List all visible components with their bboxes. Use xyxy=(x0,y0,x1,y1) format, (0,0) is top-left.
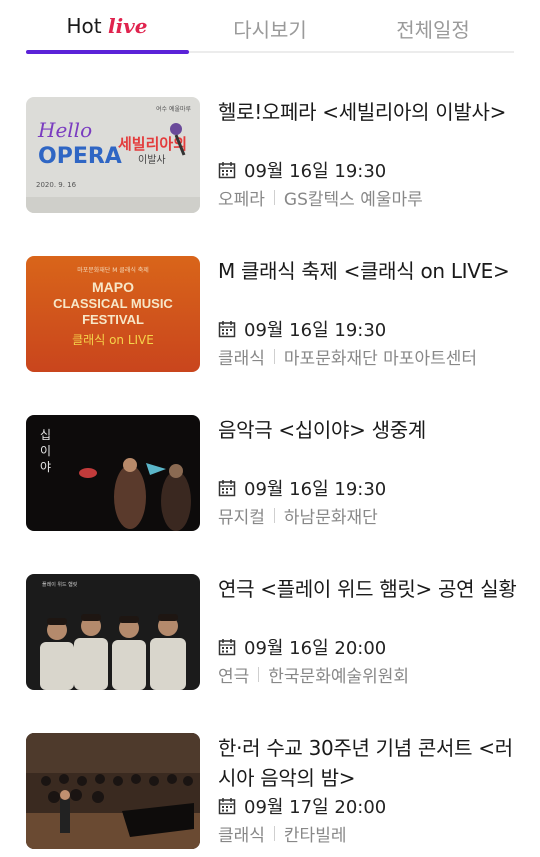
poster-text-live: 클래식 on LIVE xyxy=(72,333,154,347)
event-date-row: 09월 16일 20:00 xyxy=(218,634,386,660)
event-poster[interactable] xyxy=(26,733,200,849)
event-title: 연극 <플레이 위드 햄릿> 공연 실황 xyxy=(218,577,517,601)
poster-text-classical: CLASSICAL MUSIC xyxy=(53,296,173,311)
event-venue: 마포문화재단 마포아트센터 xyxy=(283,349,478,369)
event-category: 오페라 xyxy=(218,190,265,210)
event-meta: 클래식 마포문화재단 마포아트센터 xyxy=(218,344,477,369)
event-item[interactable]: 한·러 수교 30주년 기념 콘서트 <러시아 음악의 밤> 09월 17일 2… xyxy=(0,733,540,851)
poster-text-opera: OPERA xyxy=(38,144,122,169)
event-item[interactable]: Hello OPERA 세빌리아의 이발사 여수 예울마루 2020. 9. 1… xyxy=(0,97,540,215)
event-datetime: 09월 16일 19:30 xyxy=(244,161,387,182)
calendar-icon xyxy=(218,480,236,497)
event-venue: 한국문화예술위원회 xyxy=(268,667,410,687)
event-category: 뮤지컬 xyxy=(218,508,265,528)
event-poster[interactable]: 마포문화재단 M 클래식 축제 MAPO CLASSICAL MUSIC FES… xyxy=(26,256,200,372)
event-venue: GS칼텍스 예울마루 xyxy=(283,190,423,210)
poster-text-date: 2020. 9. 16 xyxy=(36,181,77,189)
calendar-icon xyxy=(218,639,236,656)
meta-divider xyxy=(273,190,275,205)
meta-divider xyxy=(273,508,275,523)
tab-full-schedule[interactable]: 전체일정 xyxy=(352,14,514,43)
event-meta: 오페라 GS칼텍스 예울마루 xyxy=(218,185,423,210)
poster-text-kr2: 이발사 xyxy=(138,154,166,166)
event-title: 한·러 수교 30주년 기념 콘서트 <러시아 음악의 밤> xyxy=(218,736,513,790)
poster-text-top: 여수 예울마루 xyxy=(156,105,192,113)
poster-image-play-with-hamlet: 플레이 위드 햄릿 xyxy=(26,574,200,690)
event-category: 연극 xyxy=(218,667,250,687)
tab-bar: Hot live 다시보기 전체일정 xyxy=(0,0,540,54)
event-meta: 클래식 칸타빌레 xyxy=(218,821,346,846)
event-datetime: 09월 16일 19:30 xyxy=(244,320,387,341)
event-meta: 뮤지컬 하남문화재단 xyxy=(218,503,378,528)
event-datetime: 09월 16일 19:30 xyxy=(244,479,387,500)
meta-divider xyxy=(258,667,260,682)
poster-text-top: 마포문화재단 M 클래식 축제 xyxy=(77,266,149,274)
event-datetime: 09월 16일 20:00 xyxy=(244,638,387,659)
calendar-icon xyxy=(218,162,236,179)
poster-image-mapo-festival: 마포문화재단 M 클래식 축제 MAPO CLASSICAL MUSIC FES… xyxy=(26,256,200,372)
poster-image-hello-opera: Hello OPERA 세빌리아의 이발사 여수 예울마루 2020. 9. 1… xyxy=(26,97,200,213)
poster-text-v1: 십 xyxy=(40,428,51,442)
tab-replay[interactable]: 다시보기 xyxy=(189,14,351,43)
meta-divider xyxy=(273,349,275,364)
calendar-icon xyxy=(218,798,236,815)
event-item[interactable]: 마포문화재단 M 클래식 축제 MAPO CLASSICAL MUSIC FES… xyxy=(0,256,540,374)
poster-text-top: 플레이 위드 햄릿 xyxy=(42,581,78,588)
event-title: 헬로!오페라 <세빌리아의 이발사> xyxy=(218,100,507,124)
event-venue: 하남문화재단 xyxy=(283,508,378,528)
tab-live-word: live xyxy=(107,14,148,38)
event-date-row: 09월 16일 19:30 xyxy=(218,475,386,501)
poster-text-festival: FESTIVAL xyxy=(82,312,144,327)
event-date-row: 09월 16일 19:30 xyxy=(218,316,386,342)
tab-hot-label: Hot xyxy=(66,14,102,38)
event-venue: 칸타빌레 xyxy=(283,826,347,846)
poster-text-mapo: MAPO xyxy=(92,279,134,295)
event-poster[interactable]: 십 이 야 xyxy=(26,415,200,531)
poster-image-twelfth-night: 십 이 야 xyxy=(26,415,200,531)
event-datetime: 09월 17일 20:00 xyxy=(244,797,387,818)
event-poster[interactable]: 플레이 위드 햄릿 xyxy=(26,574,200,690)
event-category: 클래식 xyxy=(218,826,265,846)
poster-text-v3: 야 xyxy=(40,460,51,474)
event-poster[interactable]: Hello OPERA 세빌리아의 이발사 여수 예울마루 2020. 9. 1… xyxy=(26,97,200,213)
meta-divider xyxy=(273,826,275,841)
calendar-icon xyxy=(218,321,236,338)
event-title: M 클래식 축제 <클래식 on LIVE> xyxy=(218,259,510,283)
event-category: 클래식 xyxy=(218,349,265,369)
poster-text-hello: Hello xyxy=(37,118,92,142)
event-meta: 연극 한국문화예술위원회 xyxy=(218,662,409,687)
poster-image-russian-music-night xyxy=(26,733,200,849)
event-date-row: 09월 16일 19:30 xyxy=(218,157,386,183)
tab-hot-live[interactable]: Hot live xyxy=(26,14,188,38)
event-item[interactable]: 십 이 야 음악극 <십이야> 생중계 09월 16일 19:30 뮤지컬 하남… xyxy=(0,415,540,533)
active-tab-indicator xyxy=(26,50,189,54)
poster-text-v2: 이 xyxy=(40,444,51,458)
event-title: 음악극 <십이야> 생중계 xyxy=(218,418,426,442)
event-date-row: 09월 17일 20:00 xyxy=(218,793,386,819)
event-item[interactable]: 플레이 위드 햄릿 연극 <플레이 위드 햄릿> 공연 실황 09월 16일 2… xyxy=(0,574,540,692)
